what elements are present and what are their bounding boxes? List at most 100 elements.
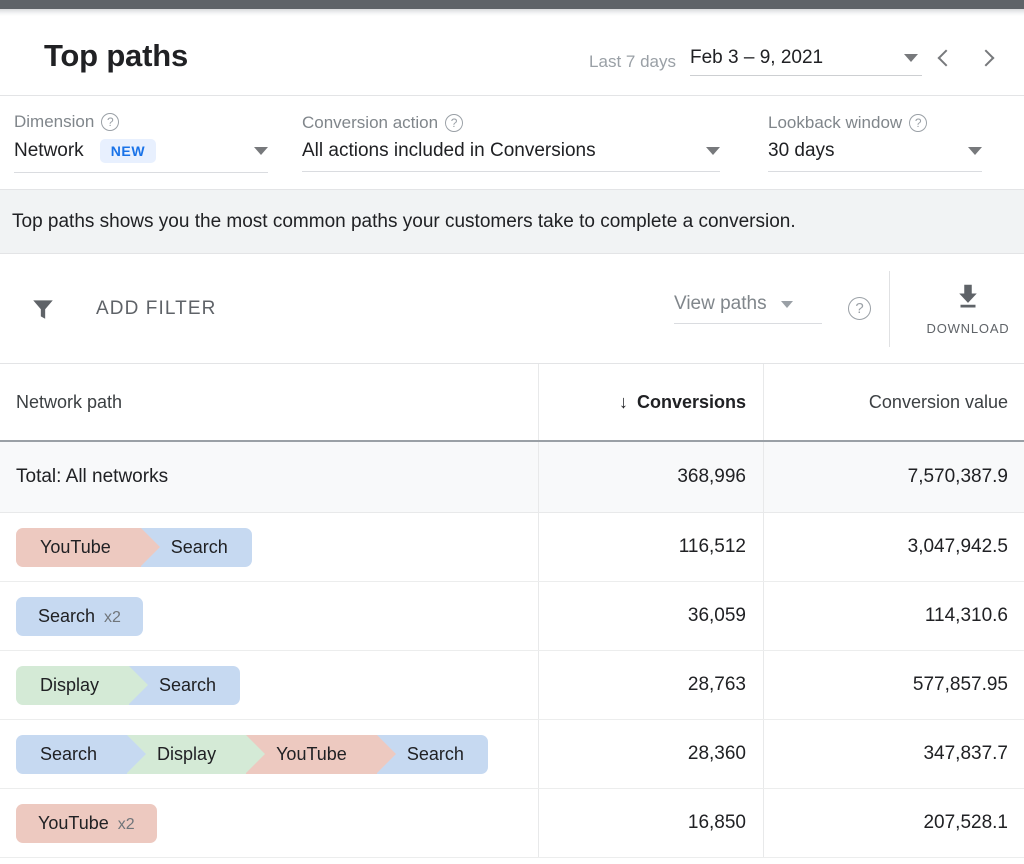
conversion-value-cell: 347,837.7 <box>763 720 1024 788</box>
path-segment-multiplier: x2 <box>118 816 135 834</box>
table-row[interactable]: SearchDisplayYouTubeSearch28,360347,837.… <box>0 720 1024 789</box>
lookback-window-label-group: Lookback window ? <box>768 113 982 133</box>
conversion-value-amount: 207,528.1 <box>923 812 1008 834</box>
dimension-label-group: Dimension ? <box>14 112 268 132</box>
chevron-down-icon <box>706 147 720 155</box>
path-segment-youtube: YouTube <box>16 528 141 567</box>
conversions-value: 28,763 <box>688 674 746 696</box>
network-path-chip: Display Search <box>16 666 240 705</box>
chevron-right-icon <box>978 49 995 66</box>
path-segment-label: Search <box>38 606 95 627</box>
chevron-down-icon <box>254 147 268 155</box>
conversion-value-cell: 3,047,942.5 <box>763 513 1024 581</box>
path-segment-display: Display <box>16 666 129 705</box>
conversions-value: 116,512 <box>679 536 746 558</box>
chrome-shadow <box>0 9 1024 16</box>
help-circle-icon[interactable]: ? <box>445 114 463 132</box>
path-segment-label: YouTube <box>276 744 347 765</box>
previous-period-button[interactable] <box>922 36 966 80</box>
path-segment-multiplier: x2 <box>104 609 121 627</box>
conversion-action-value-row[interactable]: All actions included in Conversions <box>302 140 720 172</box>
table-header: Network path ↓ Conversions Conversion va… <box>0 364 1024 442</box>
path-cell: Display Search <box>0 651 538 719</box>
lookback-window-value: 30 days <box>768 140 835 162</box>
conversions-cell: 36,059 <box>538 582 763 650</box>
conversions-cell: 16,850 <box>538 789 763 857</box>
date-controls: Last 7 days Feb 3 – 9, 2021 <box>589 36 1010 76</box>
dimension-value-row[interactable]: Network NEW <box>14 139 268 173</box>
dimension-selector[interactable]: Dimension ? Network NEW <box>14 112 268 173</box>
help-circle-icon[interactable]: ? <box>101 113 119 131</box>
conversion-action-selector[interactable]: Conversion action ? All actions included… <box>302 113 720 172</box>
chevron-down-icon <box>904 54 918 62</box>
path-segment-label: Search <box>407 744 464 765</box>
path-cell: YouTubex2 <box>0 789 538 857</box>
conversion-value-amount: 114,310.6 <box>925 605 1008 627</box>
path-segment-youtube: YouTubex2 <box>16 804 157 843</box>
table-body: YouTubeSearch116,5123,047,942.5Searchx23… <box>0 513 1024 858</box>
conversion-value-amount: 347,837.7 <box>923 743 1008 765</box>
column-header-conversions[interactable]: ↓ Conversions <box>538 364 763 440</box>
new-badge: NEW <box>100 139 156 163</box>
page-header: Top paths Last 7 days Feb 3 – 9, 2021 <box>0 16 1024 96</box>
conversions-value: 36,059 <box>688 605 746 627</box>
path-segment-search: Search x2 <box>16 597 143 636</box>
path-segment-label: Search <box>40 744 97 765</box>
info-banner-text: Top paths shows you the most common path… <box>12 211 796 233</box>
column-header-path[interactable]: Network path <box>0 364 538 440</box>
selector-bar: Dimension ? Network NEW Conversion actio… <box>0 96 1024 190</box>
path-segment-label: YouTube <box>40 537 111 558</box>
next-period-button[interactable] <box>966 36 1010 80</box>
conversion-value-cell: 114,310.6 <box>763 582 1024 650</box>
table-row[interactable]: YouTubeSearch 116,512 3,047,942.5 <box>0 513 1024 582</box>
path-cell: Search Display YouTube Search <box>0 720 538 788</box>
chevron-down-icon <box>781 301 793 308</box>
network-path-chip: Search Display YouTube Search <box>16 735 488 774</box>
network-path-chip: Search x2 <box>16 597 143 636</box>
total-conversions-cell: 368,996 <box>538 442 763 512</box>
view-paths-selector[interactable]: View paths <box>674 293 822 324</box>
help-circle-icon[interactable]: ? <box>909 114 927 132</box>
add-filter-button[interactable]: ADD FILTER <box>96 298 216 320</box>
top-paths-table: Network path ↓ Conversions Conversion va… <box>0 364 1024 858</box>
column-header-conversions-label: Conversions <box>637 392 746 413</box>
table-row[interactable]: YouTubex2 16,850 207,528.1 <box>0 789 1024 858</box>
date-preset-label: Last 7 days <box>589 52 676 76</box>
conversion-action-value: All actions included in Conversions <box>302 140 596 162</box>
conversion-value-amount: 3,047,942.5 <box>908 536 1008 558</box>
lookback-window-selector[interactable]: Lookback window ? 30 days <box>768 113 982 172</box>
path-cell: Search x2 <box>0 582 538 650</box>
date-range-selector[interactable]: Feb 3 – 9, 2021 <box>690 47 922 76</box>
network-path-chip: YouTubeSearch <box>16 528 252 567</box>
sort-descending-icon: ↓ <box>619 392 628 413</box>
download-icon <box>953 281 983 311</box>
help-circle-icon[interactable]: ? <box>848 297 871 320</box>
browser-chrome-bar <box>0 0 1024 9</box>
table-row[interactable]: Display Search 28,763 577,857.95 <box>0 651 1024 720</box>
table-row[interactable]: Search x2 36,059 114,310.6 <box>0 582 1024 651</box>
conversion-action-label-group: Conversion action ? <box>302 113 720 133</box>
table-total-row: Total: All networks 368,996 7,570,387.9 <box>0 442 1024 513</box>
download-label: DOWNLOAD <box>927 321 1010 336</box>
column-header-conversion-value[interactable]: Conversion value <box>763 364 1024 440</box>
lookback-window-value-row[interactable]: 30 days <box>768 140 982 172</box>
funnel-icon[interactable] <box>30 296 56 322</box>
info-banner: Top paths shows you the most common path… <box>0 190 1024 254</box>
dimension-label: Dimension <box>14 112 94 132</box>
path-segment-label: Search <box>159 675 216 696</box>
download-button[interactable]: DOWNLOAD <box>912 281 1024 336</box>
table-toolbar: ADD FILTER View paths ? DOWNLOAD <box>0 254 1024 364</box>
conversions-value: 16,850 <box>688 812 746 834</box>
total-conversion-value-cell: 7,570,387.9 <box>763 442 1024 512</box>
date-range-value: Feb 3 – 9, 2021 <box>690 47 823 69</box>
conversion-value-cell: 577,857.95 <box>763 651 1024 719</box>
toolbar-divider <box>889 271 890 347</box>
dimension-value: Network <box>14 140 84 162</box>
view-paths-row[interactable]: View paths <box>674 293 822 324</box>
conversion-value-amount: 577,857.95 <box>913 674 1008 696</box>
path-segment-label: Display <box>157 744 216 765</box>
path-cell: YouTubeSearch <box>0 513 538 581</box>
total-label-cell: Total: All networks <box>0 442 538 512</box>
path-segment-youtube: YouTube <box>246 735 377 774</box>
conversions-cell: 28,763 <box>538 651 763 719</box>
